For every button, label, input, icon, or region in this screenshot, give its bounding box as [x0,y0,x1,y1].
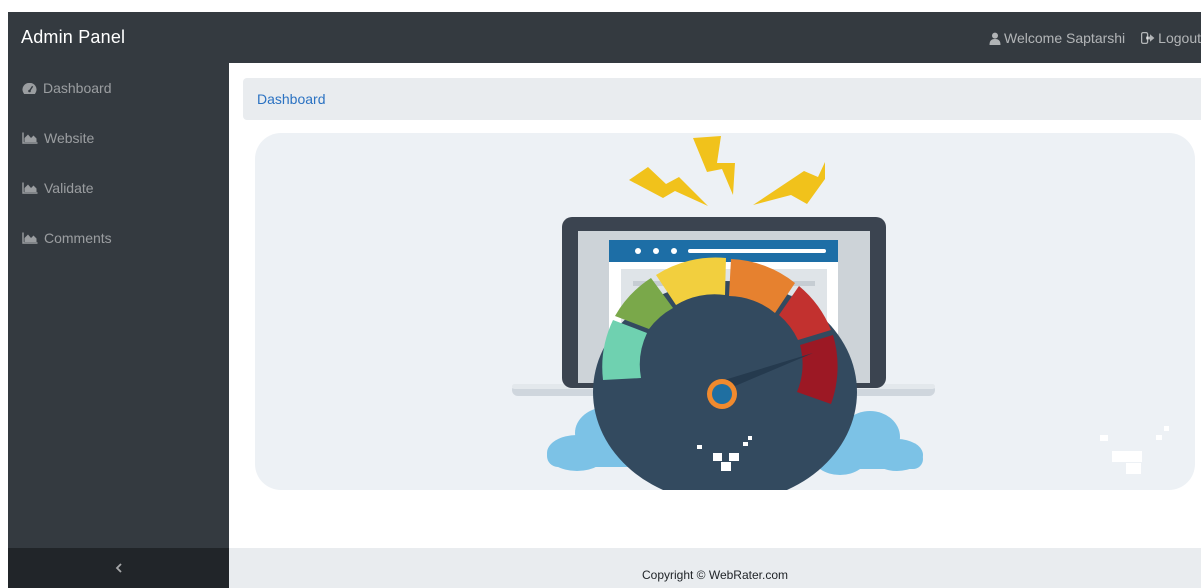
main-content: Dashboard [229,63,1201,548]
sidebar-item-website[interactable]: Website [8,113,229,163]
sidebar-item-validate[interactable]: Validate [8,163,229,213]
area-chart-icon [22,182,38,194]
sidebar-item-label: Comments [44,230,112,246]
navbar-user-area: Welcome Saptarshi Logout [989,30,1201,46]
breadcrumb-dashboard-link[interactable]: Dashboard [257,91,326,107]
chevron-left-icon [115,563,122,573]
area-chart-icon [22,132,38,144]
sign-out-icon [1141,32,1155,44]
copyright-text: Copyright © WebRater.com [641,568,788,582]
top-navbar: Admin Panel Welcome Saptarshi Logout [8,12,1201,63]
sidebar-item-label: Validate [44,180,94,196]
lightning-icon [629,136,825,206]
welcome-text: Welcome Saptarshi [1004,30,1126,46]
user-icon [989,32,1001,45]
sidebar-item-dashboard[interactable]: Dashboard [8,63,229,113]
sidebar-item-label: Dashboard [43,80,112,96]
tachometer-icon [22,82,37,94]
breadcrumb: Dashboard [243,78,1201,120]
logout-link[interactable]: Logout [1141,30,1201,46]
area-chart-icon [22,232,38,244]
brand-title[interactable]: Admin Panel [21,27,125,48]
sidebar: Dashboard Website Validate Comments [8,63,229,548]
dashboard-hero-illustration [255,133,1195,490]
logout-text: Logout [1158,30,1201,46]
welcome-link[interactable]: Welcome Saptarshi [989,30,1125,46]
sidebar-item-comments[interactable]: Comments [8,213,229,263]
sidebar-toggle-button[interactable] [8,548,229,588]
top-strip [0,0,1201,12]
footer: Copyright © WebRater.com [229,548,1201,588]
speed-test-illustration [512,136,1169,490]
sidebar-item-label: Website [44,130,95,146]
